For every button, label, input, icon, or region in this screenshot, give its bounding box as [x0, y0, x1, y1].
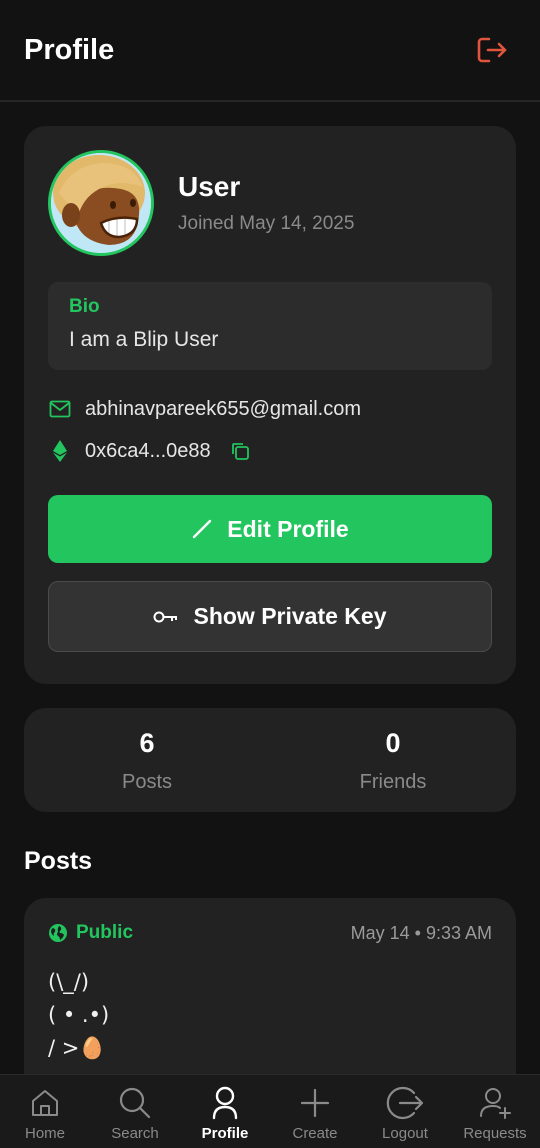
tab-create[interactable]: Create: [270, 1075, 360, 1148]
user-info: User Joined May 14, 2025: [178, 171, 354, 235]
bottom-tab-bar: Home Search Profile Create Logout Reques…: [0, 1074, 540, 1148]
profile-scroll-area[interactable]: User Joined May 14, 2025 Bio I am a Blip…: [0, 102, 540, 1074]
tab-home[interactable]: Home: [0, 1075, 90, 1148]
tab-logout-label: Logout: [382, 1125, 428, 1142]
user-add-icon: [478, 1085, 512, 1121]
stats-card: 6 Posts 0 Friends: [24, 708, 516, 812]
stat-posts[interactable]: 6 Posts: [24, 708, 270, 812]
show-private-key-button[interactable]: Show Private Key: [48, 581, 492, 652]
tab-search[interactable]: Search: [90, 1075, 180, 1148]
avatar[interactable]: [48, 150, 154, 256]
pencil-icon: [191, 518, 213, 540]
tab-logout[interactable]: Logout: [360, 1075, 450, 1148]
edit-profile-button[interactable]: Edit Profile: [48, 495, 492, 563]
tab-search-label: Search: [111, 1125, 159, 1142]
post-content: (\_/) ( • .•) / >🥚: [48, 970, 110, 1060]
posts-count-label: Posts: [121, 771, 173, 793]
posts-heading: Posts: [24, 847, 93, 875]
email-text: abhinavpareek655@gmail.com: [85, 397, 362, 420]
copy-icon: [231, 443, 249, 460]
search-icon: [118, 1085, 152, 1121]
edit-profile-label: Edit Profile: [227, 515, 349, 542]
bio-label: Bio: [69, 296, 100, 317]
tab-requests-label: Requests: [463, 1125, 527, 1142]
friends-count-label: Friends: [359, 771, 427, 793]
post-visibility-label: Public: [76, 922, 134, 943]
key-icon: [153, 609, 179, 625]
logout-button[interactable]: [472, 30, 512, 70]
stat-friends[interactable]: 0 Friends: [270, 708, 516, 812]
post-visibility: Public: [48, 922, 133, 944]
show-private-key-label: Show Private Key: [193, 603, 387, 629]
tab-create-label: Create: [292, 1125, 338, 1142]
profile-card: User Joined May 14, 2025 Bio I am a Blip…: [24, 126, 516, 684]
post-timestamp: May 14 • 9:33 AM: [350, 922, 492, 943]
bio-text: I am a Blip User: [69, 328, 219, 351]
mail-icon: [48, 397, 72, 421]
email-row: abhinavpareek655@gmail.com: [48, 397, 492, 421]
wallet-row: 0x6ca4...0e88: [48, 439, 492, 463]
user-name: User: [178, 171, 241, 202]
copy-address-button[interactable]: [229, 440, 251, 462]
wallet-address: 0x6ca4...0e88: [85, 439, 211, 462]
tab-requests[interactable]: Requests: [450, 1075, 540, 1148]
tab-profile[interactable]: Profile: [180, 1075, 270, 1148]
tab-home-label: Home: [24, 1125, 65, 1142]
logout-icon: [386, 1085, 424, 1121]
profile-summary: User Joined May 14, 2025: [48, 150, 492, 256]
plus-icon: [300, 1085, 330, 1121]
logout-icon: [477, 37, 507, 63]
tab-profile-label: Profile: [201, 1125, 249, 1142]
home-icon: [29, 1085, 61, 1121]
joined-date: Joined May 14, 2025: [178, 213, 355, 234]
post-card[interactable]: Public May 14 • 9:33 AM (\_/) ( • .•) / …: [24, 898, 516, 1074]
page-title: Profile: [24, 33, 115, 66]
posts-count: 6: [139, 728, 155, 758]
friends-count: 0: [385, 728, 401, 758]
bio-box: Bio I am a Blip User: [48, 282, 492, 370]
ethereum-icon: [48, 439, 72, 463]
app-header: Profile: [0, 0, 540, 102]
user-icon: [211, 1085, 239, 1121]
post-header: Public May 14 • 9:33 AM: [48, 922, 492, 944]
globe-icon: [48, 923, 68, 943]
